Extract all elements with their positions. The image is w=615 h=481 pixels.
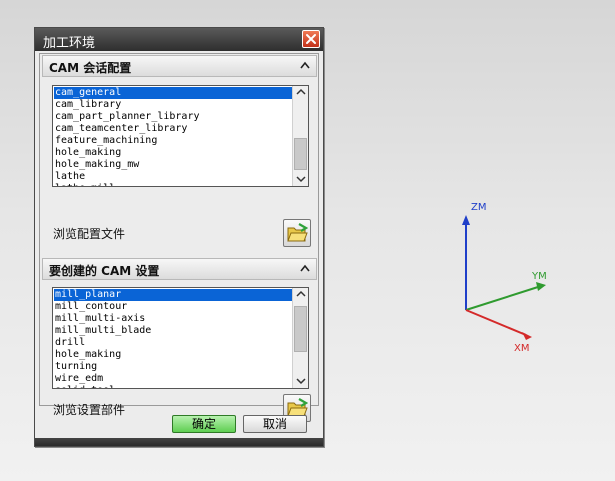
x-axis-label: XM xyxy=(514,343,530,354)
cam-session-config-list-item[interactable]: feature_machining xyxy=(54,135,292,147)
scroll-thumb[interactable] xyxy=(294,138,307,170)
x-axis-arrow xyxy=(522,332,532,340)
scroll-up-icon[interactable] xyxy=(295,288,307,300)
z-axis-arrow xyxy=(462,215,470,225)
cam-setup-list-item[interactable]: mill_contour xyxy=(54,301,292,313)
cam-session-config-items: cam_general cam_library cam_part_planner_l… xyxy=(54,87,292,186)
cam-setup-list-item[interactable]: mill_multi_blade xyxy=(54,325,292,337)
cam-setup-list-item[interactable]: hole_making xyxy=(54,349,292,361)
cam-session-config-list-item[interactable]: lathe_mill xyxy=(54,183,292,186)
cam-session-config-collapse-button[interactable] xyxy=(296,57,314,75)
dialog-titlebar[interactable]: 加工环境 xyxy=(35,28,323,51)
z-axis-label: ZM xyxy=(471,202,487,213)
cancel-button[interactable]: 取消 xyxy=(243,415,307,433)
cam-setup-list-item[interactable]: mill_planar xyxy=(54,289,292,301)
y-axis-arrow xyxy=(536,282,546,291)
y-axis-line xyxy=(465,286,539,311)
machining-environment-dialog: 加工环境 CAM 会话配置 cam_general cam_library cam_… xyxy=(34,27,324,447)
y-axis-label: YM xyxy=(532,271,547,282)
cam-setup-list[interactable]: mill_planar mill_contour mill_multi-axis mi… xyxy=(52,287,309,389)
browse-config-file-label: 浏览配置文件 xyxy=(53,227,126,241)
cam-setup-items: mill_planar mill_contour mill_multi-axis mi… xyxy=(54,289,292,388)
collapse-up-icon xyxy=(300,61,310,69)
x-axis-line xyxy=(465,309,527,336)
cam-session-config-list-item[interactable]: cam_part_planner_library xyxy=(54,111,292,123)
browse-config-file-button[interactable] xyxy=(283,219,311,247)
cam-session-config-list[interactable]: cam_general cam_library cam_part_planner_l… xyxy=(52,85,309,187)
cam-session-config-header[interactable]: CAM 会话配置 xyxy=(42,55,317,77)
browse-setup-part-label: 浏览设置部件 xyxy=(53,403,126,417)
close-button[interactable] xyxy=(302,30,320,48)
cam-setup-scrollbar[interactable] xyxy=(292,288,308,388)
scroll-down-icon[interactable] xyxy=(295,375,307,387)
cam-session-config-title: CAM 会话配置 xyxy=(49,61,132,75)
cam-session-config-list-item[interactable]: hole_making_mw xyxy=(54,159,292,171)
cam-session-config-list-item[interactable]: lathe xyxy=(54,171,292,183)
ok-button[interactable]: 确定 xyxy=(172,415,236,433)
cam-session-config-list-item[interactable]: cam_library xyxy=(54,99,292,111)
scroll-thumb[interactable] xyxy=(294,306,307,352)
collapse-up-icon xyxy=(300,264,310,272)
cam-session-config-scrollbar[interactable] xyxy=(292,86,308,186)
cam-setup-header[interactable]: 要创建的 CAM 设置 xyxy=(42,258,317,280)
cam-setup-title: 要创建的 CAM 设置 xyxy=(49,264,160,278)
open-folder-icon xyxy=(287,223,308,242)
cam-setup-list-item[interactable]: wire_edm xyxy=(54,373,292,385)
dialog-bottom-bar xyxy=(35,438,323,446)
cam-session-config-list-item[interactable]: cam_teamcenter_library xyxy=(54,123,292,135)
cam-session-config-list-item[interactable]: cam_general xyxy=(54,87,292,99)
wcs-axis-triad: ZM YM XM xyxy=(450,195,560,369)
scroll-down-icon[interactable] xyxy=(295,173,307,185)
cam-setup-list-item[interactable]: solid_tool xyxy=(54,385,292,388)
cam-setup-list-item[interactable]: turning xyxy=(54,361,292,373)
cam-session-config-list-item[interactable]: hole_making xyxy=(54,147,292,159)
cam-setup-list-item[interactable]: drill xyxy=(54,337,292,349)
scroll-up-icon[interactable] xyxy=(295,86,307,98)
dialog-body: CAM 会话配置 cam_general cam_library cam_part_… xyxy=(39,53,319,422)
close-icon xyxy=(306,34,316,44)
cam-setup-list-item[interactable]: mill_multi-axis xyxy=(54,313,292,325)
dialog-title: 加工环境 xyxy=(43,36,96,51)
cam-setup-collapse-button[interactable] xyxy=(296,260,314,278)
